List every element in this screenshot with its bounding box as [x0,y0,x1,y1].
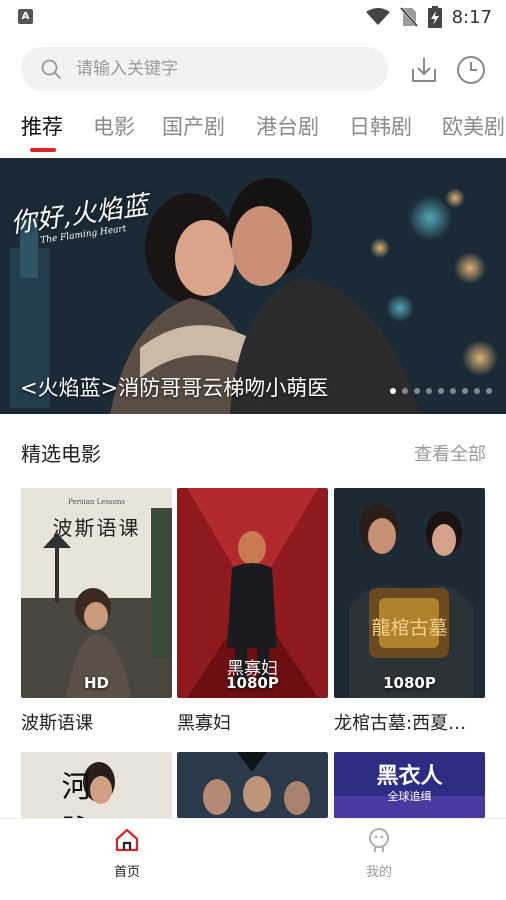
profile-icon [369,828,389,852]
clock: 8:17 [451,6,492,28]
search-row [0,47,506,93]
tab-western-series[interactable]: 欧美剧 [442,108,505,148]
movie-card[interactable] [177,752,328,818]
tab-domestic-series[interactable]: 国产剧 [162,108,225,148]
movie-card[interactable]: 龍棺古墓 1080P 龙棺古墓:西夏… [334,488,485,735]
quality-badge: 1080P [226,674,279,692]
section-title: 精选电影 [21,442,101,466]
poster-subtitle-art: 全球追缉 [387,790,432,803]
banner-dot[interactable] [462,388,468,394]
tab-recommended[interactable]: 推荐 [21,108,63,148]
search-input[interactable] [76,47,366,91]
movie-card[interactable]: 波斯语课 Persian Lessons HD 波斯语课 [21,488,172,735]
view-all-link[interactable]: 查看全部 [414,440,486,466]
quality-badge: 1080P [383,674,436,692]
nav-home[interactable]: 首页 [87,827,167,880]
banner-dot[interactable] [450,388,456,394]
banner-dot[interactable] [486,388,492,394]
tab-hk-tw-series[interactable]: 港台剧 [256,108,319,148]
battery-charging-icon [427,6,442,28]
movie-card[interactable]: 黑寡妇 1080P 黑寡妇 [177,488,328,735]
poster-title-art: 黑衣人 [376,763,443,789]
tab-movies[interactable]: 电影 [93,108,135,148]
featured-movies-header: 精选电影 查看全部 [0,438,506,468]
movie-title: 黑寡妇 [177,713,231,734]
banner-pagination [390,388,492,394]
movie-poster: 黑寡妇 1080P [177,488,328,698]
bottom-nav: 首页 我的 [0,818,506,900]
history-clock-icon[interactable] [455,54,487,86]
poster-subtitle-art: Persian Lessons [68,498,125,506]
poster-title-art: 龍棺古墓 [371,617,448,639]
banner-dot[interactable] [390,388,396,394]
banner-dot[interactable] [426,388,432,394]
download-icon[interactable] [409,55,439,85]
banner-caption: <火焰蓝>消防哥哥云梯吻小萌医 [20,376,329,400]
tab-indicator [30,148,56,152]
status-bar: A 8:17 [0,0,506,34]
movie-card[interactable]: 黑衣人 全球追缉 [334,752,485,818]
no-sim-icon [399,7,418,27]
banner-dot[interactable] [438,388,444,394]
poster-title-art: 波斯语课 [52,516,141,540]
movie-poster: 河 脉 [21,752,172,818]
banner-dot[interactable] [474,388,480,394]
category-tabs: 推荐 电影 国产剧 港台剧 日韩剧 欧美剧 [0,108,506,154]
search-icon [41,59,61,79]
movie-title: 波斯语课 [21,713,93,734]
nav-home-label: 首页 [113,865,140,880]
poster-title-art: 河 脉 [61,770,132,818]
status-icons: 8:17 [365,6,492,28]
search-box[interactable] [21,47,388,91]
movie-poster: 龍棺古墓 1080P [334,488,485,698]
featured-banner[interactable]: 你好,火焰蓝 The Flaming Heart <火焰蓝>消防哥哥云梯吻小萌医 [0,158,506,414]
poster-art [334,488,485,698]
tab-jp-kr-series[interactable]: 日韩剧 [349,108,412,148]
nav-profile[interactable]: 我的 [339,827,419,880]
home-icon [115,828,139,852]
wifi-icon [365,8,390,25]
nav-profile-label: 我的 [365,865,392,880]
movie-poster: 黑衣人 全球追缉 [334,752,485,818]
movie-poster [177,752,328,818]
movie-title: 龙棺古墓:西夏… [334,713,467,734]
notification-app-icon: A [18,9,33,24]
quality-badge: HD [83,674,109,692]
poster-art [177,752,328,818]
banner-dot[interactable] [402,388,408,394]
movie-poster: 波斯语课 Persian Lessons HD [21,488,172,698]
banner-dot[interactable] [414,388,420,394]
movie-card[interactable]: 河 脉 [21,752,172,818]
